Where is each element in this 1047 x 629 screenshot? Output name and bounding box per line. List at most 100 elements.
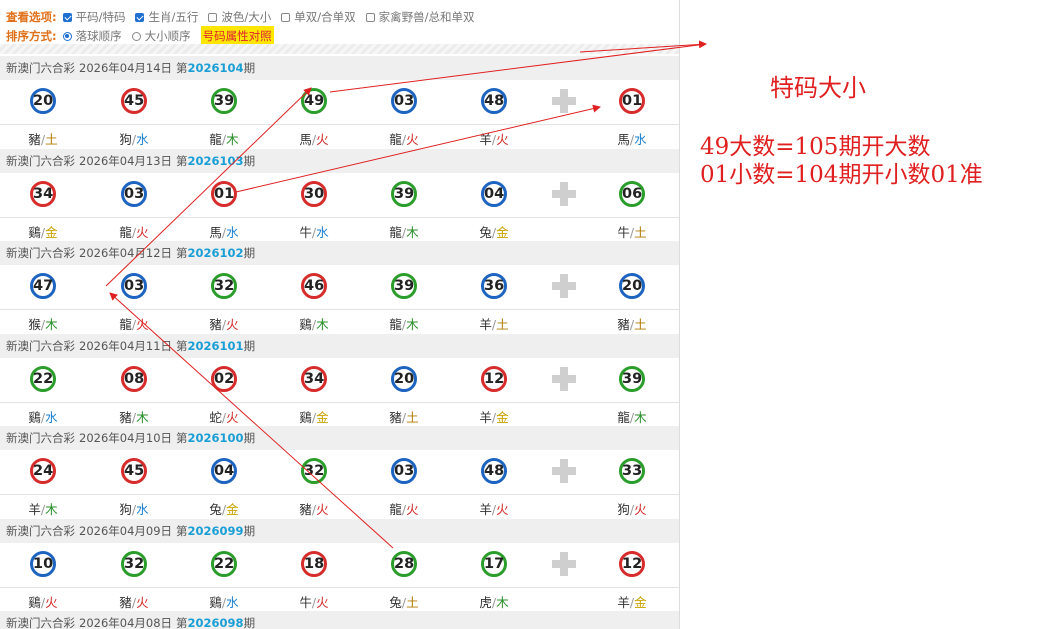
element-text: 火 [496, 132, 509, 147]
view-option-label: 生肖/五行 [148, 10, 199, 24]
zodiac-text: 羊 [479, 132, 492, 147]
number-ball: 03 [121, 273, 147, 299]
element-text: 火 [406, 132, 419, 147]
plus-icon [552, 89, 576, 113]
row-separator [0, 586, 679, 588]
zodiac-text: 虎 [479, 594, 492, 610]
zodiac-element-label: 狗/水 [104, 129, 164, 148]
draw-lottery-name: 新澳门六合彩 [6, 246, 75, 260]
element-text: 木 [45, 502, 58, 517]
checkbox-icon[interactable] [62, 12, 72, 22]
number-ball: 45 [121, 458, 147, 484]
element-text: 土 [45, 132, 58, 147]
checkbox-icon[interactable] [365, 12, 375, 22]
radio-icon[interactable] [62, 31, 72, 41]
draw-date: 2026年04月08日 [79, 616, 173, 629]
zodiac-text: 猴 [28, 317, 41, 332]
zodiac-element-label: 猴/木 [13, 314, 73, 333]
draw-lottery-name: 新澳门六合彩 [6, 153, 75, 168]
zodiac-text: 鷄 [299, 409, 312, 425]
element-text: 火 [226, 409, 239, 425]
draw-lottery-name: 新澳门六合彩 [6, 616, 75, 629]
zodiac-element-label: 牛/土 [602, 222, 662, 241]
sort-option-1[interactable]: 大小顺序 [131, 26, 191, 46]
element-text: 金 [45, 224, 58, 240]
zodiac-element-label: 羊/木 [13, 499, 73, 518]
element-text: 土 [406, 594, 419, 610]
number-ball: 45 [121, 88, 147, 114]
zodiac-element-label: 鷄/水 [194, 592, 254, 611]
header-divider [0, 44, 679, 54]
element-text: 火 [316, 594, 329, 610]
zodiac-text: 羊 [28, 502, 41, 517]
element-text: 水 [226, 594, 239, 610]
special-number-ball: 33 [619, 458, 645, 484]
zodiac-element-label: 牛/火 [284, 592, 344, 611]
element-text: 金 [316, 409, 329, 425]
element-text: 木 [634, 409, 647, 425]
number-ball: 39 [391, 273, 417, 299]
checkbox-icon[interactable] [281, 12, 291, 22]
number-ball: 17 [481, 550, 507, 577]
zodiac-text: 龍 [389, 132, 402, 147]
element-text: 水 [45, 409, 58, 425]
element-text: 水 [226, 224, 239, 240]
special-number-ball: 12 [619, 550, 645, 577]
annotation-line-2: 01小数=104期开小数01准 [700, 162, 983, 188]
zodiac-text: 龍 [617, 409, 630, 425]
zodiac-element-label: 豬/火 [284, 499, 344, 518]
element-text: 土 [634, 224, 647, 240]
draw-issue-suffix: 期 [243, 338, 256, 353]
view-option-4[interactable]: 家禽野兽/总和单双 [365, 7, 474, 27]
plus-icon [552, 274, 576, 298]
attribute-table-button[interactable]: 号码属性对照 [200, 26, 274, 46]
element-text: 水 [136, 132, 149, 147]
zodiac-text: 龍 [389, 224, 402, 240]
draw-issue-suffix: 期 [243, 523, 256, 538]
number-ball: 49 [301, 88, 327, 114]
row-separator [0, 309, 679, 310]
element-text: 土 [634, 317, 647, 332]
number-ball: 08 [121, 365, 147, 392]
checkbox-icon[interactable] [135, 12, 145, 22]
number-ball: 39 [391, 180, 417, 207]
zodiac-element-label: 龍/火 [104, 314, 164, 333]
element-text: 木 [406, 317, 419, 332]
element-text: 水 [634, 132, 647, 147]
zodiac-element-label: 蛇/火 [194, 407, 254, 426]
zodiac-text: 馬 [209, 224, 222, 240]
sort-option-label: 大小顺序 [144, 29, 191, 43]
zodiac-text: 龍 [119, 317, 132, 332]
view-option-label: 单双/合单双 [294, 10, 356, 24]
number-ball: 18 [301, 550, 327, 577]
draw-header: 新澳门六合彩 2026年04月13日 第2026103期 [0, 148, 679, 173]
element-text: 水 [316, 224, 329, 240]
zodiac-text: 兔 [389, 594, 402, 610]
zodiac-element-label: 豬/土 [13, 129, 73, 148]
view-option-2[interactable]: 波色/大小 [208, 7, 271, 27]
draw-lottery-name: 新澳门六合彩 [6, 61, 75, 75]
number-ball: 30 [301, 180, 327, 207]
draw-date: 2026年04月10日 [79, 431, 173, 445]
row-separator [0, 401, 679, 403]
zodiac-element-label: 鷄/金 [13, 222, 73, 241]
zodiac-element-label: 狗/水 [104, 499, 164, 518]
draw-date: 2026年04月14日 [79, 61, 173, 75]
zodiac-element-label: 狗/火 [602, 499, 662, 518]
zodiac-text: 豬 [28, 132, 41, 147]
row-separator [0, 124, 679, 125]
sort-option-0[interactable]: 落球顺序 [62, 26, 122, 46]
element-text: 木 [45, 317, 58, 332]
view-option-3[interactable]: 单双/合单双 [281, 7, 356, 27]
view-option-0[interactable]: 平码/特码 [62, 7, 125, 27]
checkbox-icon[interactable] [208, 12, 218, 22]
zodiac-element-label: 鷄/木 [284, 314, 344, 333]
draw-date: 2026年04月11日 [79, 338, 173, 353]
view-option-1[interactable]: 生肖/五行 [135, 7, 198, 27]
number-ball: 36 [481, 273, 507, 299]
zodiac-element-label: 豬/土 [374, 407, 434, 426]
element-text: 火 [316, 502, 329, 517]
zodiac-text: 龍 [119, 224, 132, 240]
element-text: 火 [634, 502, 647, 517]
radio-icon[interactable] [131, 31, 141, 41]
